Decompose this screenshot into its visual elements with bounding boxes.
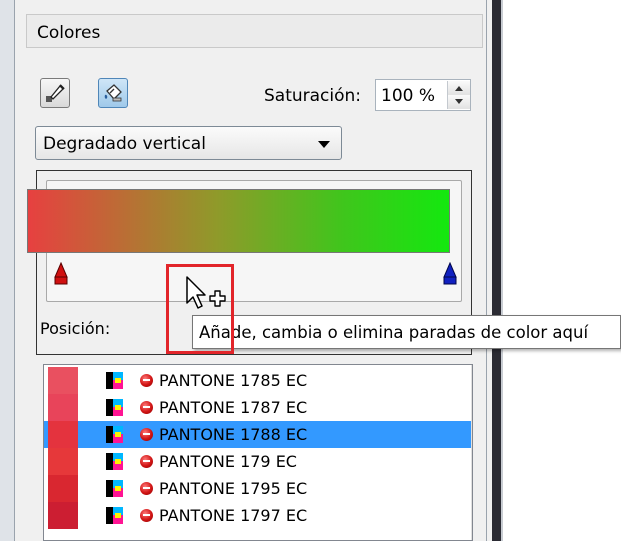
cmyk-icon [106,372,123,389]
spot-color-icon [140,509,153,522]
position-label: Posición: [40,319,111,338]
list-item-label: PANTONE 1787 EC [159,398,308,417]
paint-bucket-tool-button[interactable] [98,78,128,108]
cmyk-icon [106,426,123,443]
panel-title: Colores [37,23,101,43]
list-item-label: PANTONE 179 EC [159,452,297,471]
list-item[interactable]: PANTONE 1795 EC [44,475,472,502]
saturation-label: Saturación: [264,86,362,106]
panel-header: Colores [26,14,483,48]
spot-color-icon [140,401,153,414]
list-item[interactable]: PANTONE 1797 EC [44,502,472,529]
list-item[interactable]: PANTONE 1788 EC [44,421,472,448]
list-item-label: PANTONE 1795 EC [159,479,308,498]
cmyk-icon [106,453,123,470]
tooltip-text: Añade, cambia o elimina paradas de color… [199,323,589,342]
list-item-label: PANTONE 1788 EC [159,425,308,444]
add-stop-cursor-icon [186,276,226,309]
spot-color-icon [140,428,153,441]
window-splitter[interactable] [492,0,501,541]
list-item[interactable]: PANTONE 1787 EC [44,394,472,421]
color-swatch [48,475,78,502]
list-item[interactable]: PANTONE 1785 EC [44,367,472,394]
color-swatch [48,448,78,475]
saturation-spinbox[interactable]: 100 % [375,79,471,111]
panel-border [486,0,487,541]
list-scrollbar[interactable] [471,365,472,540]
color-swatch [48,502,78,529]
chevron-down-icon [318,141,330,148]
saturation-value[interactable]: 100 % [381,86,435,106]
eyedropper-icon [46,84,65,102]
spin-down-button[interactable] [448,95,470,109]
eyedropper-tool-button[interactable] [40,78,70,108]
color-swatch [48,421,78,448]
gradient-preview [27,189,450,253]
spot-color-icon [140,374,153,387]
list-item[interactable]: PANTONE 179 EC [44,448,472,475]
color-swatch [48,394,78,421]
color-list[interactable]: PANTONE 1797 EC PANTONE 1795 EC PANTONE 17… [43,364,473,541]
list-item-label: PANTONE 1797 EC [159,506,308,525]
spot-color-icon [140,482,153,495]
saturation-spinner [447,81,470,109]
cmyk-icon [106,399,123,416]
spin-up-button[interactable] [448,81,470,96]
splitter-highlight [501,0,503,541]
gradient-type-value: Degradado vertical [43,134,206,154]
color-swatch [48,367,78,394]
paint-bucket-icon [104,84,122,102]
spot-color-icon [140,455,153,468]
list-item-label: PANTONE 1785 EC [159,371,308,390]
tooltip: Añade, cambia o elimina paradas de color… [192,315,621,349]
gradient-type-select[interactable]: Degradado vertical [35,126,342,160]
color-stop-right[interactable] [443,262,457,285]
color-stop-left[interactable] [54,262,68,285]
window-left-edge [0,0,14,541]
cmyk-icon [106,480,123,497]
cmyk-icon [106,507,123,524]
